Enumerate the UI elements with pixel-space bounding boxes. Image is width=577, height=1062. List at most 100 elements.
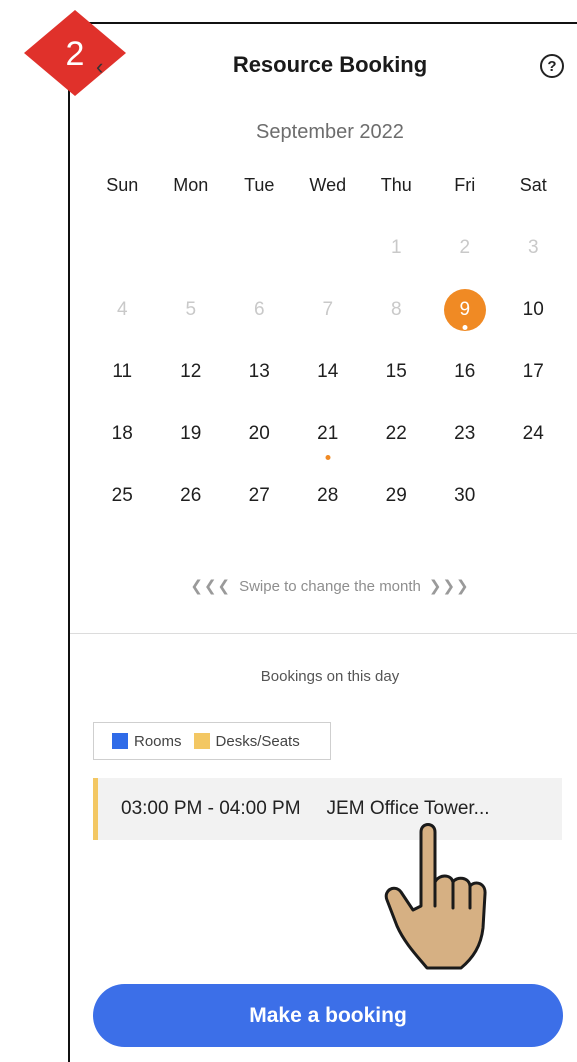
weekday-label: Sun (106, 175, 139, 195)
calendar-day[interactable]: 25 (88, 476, 157, 516)
calendar-day (499, 476, 568, 516)
calendar-day-selected[interactable]: 9 (431, 289, 500, 331)
booking-location: JEM Office Tower... (326, 798, 490, 819)
day-number: 14 (317, 361, 339, 382)
calendar-day (294, 228, 363, 268)
day-number: 20 (248, 423, 270, 444)
legend-rooms: Rooms (112, 733, 182, 750)
month-label: September 2022 (256, 121, 404, 143)
calendar-week-row: 4 5 6 7 8 9 10 (88, 289, 568, 352)
help-icon[interactable]: ? (540, 54, 564, 78)
calendar-day[interactable]: 2 (431, 228, 500, 268)
day-number: 24 (522, 423, 544, 444)
day-number: 27 (248, 485, 270, 506)
pointing-hand-icon (384, 823, 487, 970)
bookings-section-label: Bookings on this day (260, 668, 400, 685)
day-number: 25 (111, 485, 133, 506)
legend-desks-label: Desks/Seats (215, 732, 300, 750)
swipe-hint: ❮❮❮ Swipe to change the month ❯❯❯ (70, 577, 577, 595)
calendar-day[interactable]: 11 (88, 352, 157, 392)
calendar-day[interactable]: 27 (225, 476, 294, 516)
calendar-day[interactable]: 18 (88, 414, 157, 454)
rooms-color-swatch (112, 733, 128, 749)
calendar-day[interactable]: 17 (499, 352, 568, 392)
day-number: 18 (111, 423, 133, 444)
weekday-label: Tue (244, 175, 275, 195)
desks-color-swatch (193, 733, 210, 749)
day-number: 6 (253, 299, 265, 320)
calendar-day[interactable]: 29 (362, 476, 431, 516)
weekday-label: Thu (380, 175, 412, 195)
page-title: Resource Booking (232, 52, 428, 77)
day-number: 10 (522, 299, 544, 320)
calendar-day[interactable]: 12 (157, 352, 226, 392)
booking-indicator-dot (462, 325, 468, 330)
calendar-day[interactable]: 15 (362, 352, 431, 392)
calendar-day[interactable]: 7 (294, 290, 363, 330)
calendar-day[interactable]: 4 (88, 290, 157, 330)
calendar-day[interactable]: 20 (225, 414, 294, 454)
calendar-day[interactable]: 5 (157, 290, 226, 330)
calendar-day[interactable]: 1 (362, 228, 431, 268)
day-number: 8 (390, 299, 402, 320)
weekday-label: Sat (519, 175, 547, 195)
calendar-grid: Sun Mon Tue Wed Thu Fri Sat 1 2 3 4 5 6 7 8 9 10 11 12 13 1… (88, 170, 568, 538)
legend-desks: Desks/Seats (193, 732, 300, 750)
calendar-day (225, 228, 294, 268)
day-number: 16 (454, 361, 476, 382)
swipe-left-chevrons-icon: ❮❮❮ (190, 578, 232, 595)
day-number: 19 (180, 423, 202, 444)
calendar-day[interactable]: 10 (499, 290, 568, 330)
day-number: 17 (522, 361, 544, 382)
legend-rooms-label: Rooms (134, 732, 182, 750)
swipe-right-chevrons-icon: ❯❯❯ (428, 578, 470, 595)
day-number: 1 (390, 237, 402, 258)
day-number: 5 (185, 299, 197, 320)
calendar-day[interactable]: 28 (294, 476, 363, 516)
section-divider (70, 633, 577, 634)
day-number: 30 (454, 485, 476, 506)
calendar-day[interactable]: 21 (294, 414, 363, 460)
calendar-day[interactable]: 22 (362, 414, 431, 454)
day-number: 3 (527, 237, 539, 258)
calendar-day (157, 228, 226, 268)
booking-type-legend: Rooms Desks/Seats (93, 722, 331, 760)
day-number: 22 (385, 423, 407, 444)
calendar-day[interactable]: 30 (431, 476, 500, 516)
weekday-label: Wed (309, 175, 347, 195)
make-booking-button[interactable]: Make a booking (93, 984, 563, 1047)
day-number: 13 (248, 361, 270, 382)
day-number: 11 (112, 361, 133, 382)
day-number: 15 (385, 361, 407, 382)
calendar-day[interactable]: 14 (294, 352, 363, 392)
booking-time: 03:00 PM - 04:00 PM (121, 798, 301, 819)
calendar-day[interactable]: 26 (157, 476, 226, 516)
calendar-day[interactable]: 19 (157, 414, 226, 454)
calendar-day[interactable]: 23 (431, 414, 500, 454)
weekday-label: Mon (173, 175, 209, 195)
day-number: 29 (385, 485, 407, 506)
calendar-day[interactable]: 3 (499, 228, 568, 268)
calendar-day[interactable]: 6 (225, 290, 294, 330)
day-number: 28 (317, 485, 339, 506)
day-number: 4 (116, 299, 128, 320)
calendar-day (88, 228, 157, 268)
day-number: 12 (180, 361, 202, 382)
calendar-week-row: 11 12 13 14 15 16 17 (88, 352, 568, 414)
booking-list-item[interactable]: 03:00 PM - 04:00 PM JEM Office Tower... (93, 778, 562, 840)
day-number: 7 (322, 299, 334, 320)
day-number: 23 (454, 423, 476, 444)
calendar-week-row: 1 2 3 (88, 228, 568, 290)
calendar-day[interactable]: 8 (362, 290, 431, 330)
booking-indicator-dot (325, 455, 331, 460)
calendar-day[interactable]: 24 (499, 414, 568, 454)
calendar-day[interactable]: 13 (225, 352, 294, 392)
weekday-label: Fri (454, 175, 476, 195)
calendar-week-row: 25 26 27 28 29 30 (88, 476, 568, 538)
day-number: 2 (459, 237, 471, 258)
swipe-hint-text: Swipe to change the month (239, 578, 421, 595)
calendar-week-row: 18 19 20 21 22 23 24 (88, 414, 568, 476)
day-number: 21 (317, 423, 339, 444)
calendar-day[interactable]: 16 (431, 352, 500, 392)
weekday-header-row: Sun Mon Tue Wed Thu Fri Sat (88, 170, 568, 228)
